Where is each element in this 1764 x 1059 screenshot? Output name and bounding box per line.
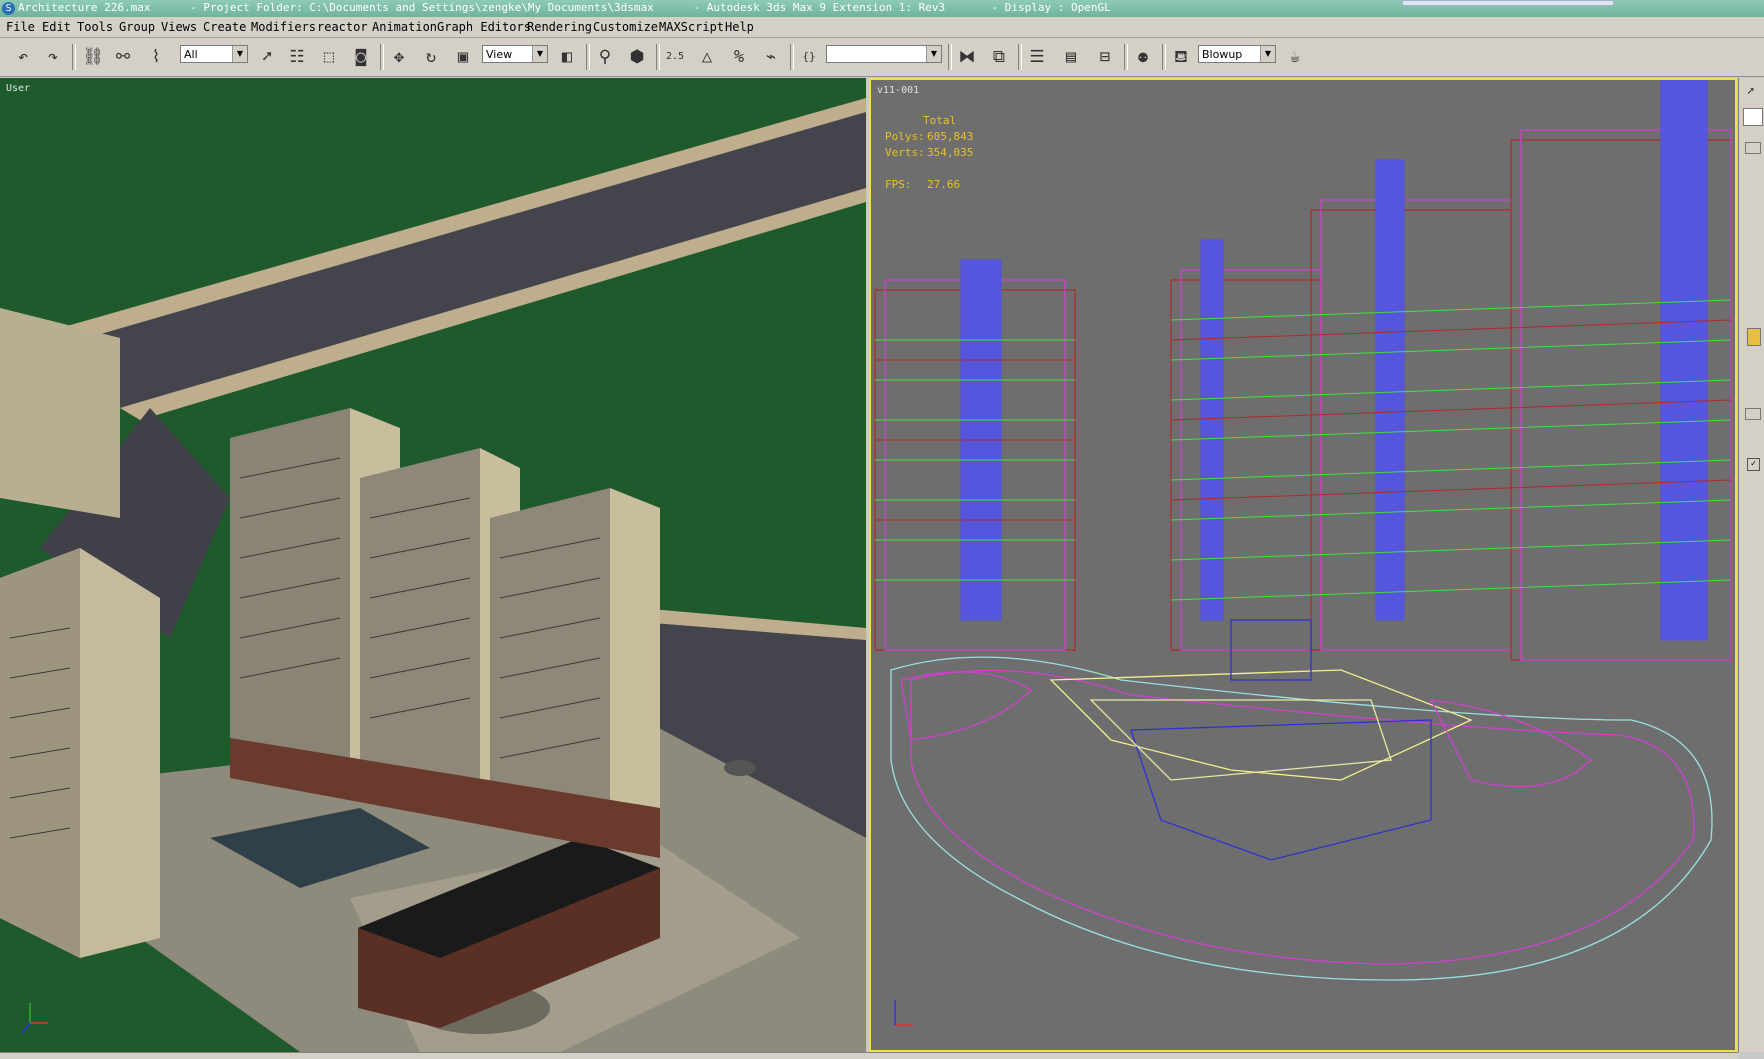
menu-customize[interactable]: Customize <box>593 20 658 34</box>
window-crossing-icon[interactable]: ◙ <box>348 44 374 70</box>
undo-icon[interactable]: ↶ <box>10 44 36 70</box>
selection-filter-value: All <box>184 48 198 61</box>
command-panel-field[interactable] <box>1743 108 1763 126</box>
window-title: Architecture 226.max - Project Folder: C… <box>18 1 1111 14</box>
quick-render-teapot-icon[interactable]: ☕ <box>1282 44 1308 70</box>
user-viewport[interactable]: User <box>0 78 866 1052</box>
toolbar-separator <box>790 44 794 70</box>
material-editor-icon[interactable]: ⚉ <box>1130 44 1156 70</box>
reference-coordinate-value: View <box>486 48 513 61</box>
rectangular-selection-icon[interactable]: ⬚ <box>316 44 342 70</box>
toolbar-separator <box>380 44 384 70</box>
wireframe-scene <box>871 80 1735 1050</box>
camera-viewport[interactable]: v11-001 Total Polys: 605,843 Verts: 354,… <box>869 78 1737 1052</box>
select-and-link-icon[interactable]: ⛓ <box>80 44 106 70</box>
main-toolbar: ↶ ↷ ⛓ ⚯ ⌇ All ▼ ➚ ☷ ⬚ ◙ ✥ ↻ ▣ View ▼ ◧ ⚲… <box>0 38 1764 77</box>
toolbar-separator <box>1162 44 1166 70</box>
app-icon[interactable]: S <box>2 2 15 15</box>
menu-maxscript[interactable]: MAXScript <box>659 20 724 34</box>
mirror-icon[interactable]: ⧓ <box>954 44 980 70</box>
align-icon[interactable]: ⧉ <box>986 44 1012 70</box>
menu-animation[interactable]: Animation <box>372 20 437 34</box>
menu-edit[interactable]: Edit <box>42 20 71 34</box>
title-bar: S Architecture 226.max - Project Folder:… <box>0 0 1764 17</box>
chevron-down-icon: ▼ <box>232 46 247 62</box>
edit-named-selection-icon[interactable]: {} <box>796 44 822 70</box>
percent-snap-icon[interactable]: % <box>726 44 752 70</box>
keyboard-shortcut-override-icon[interactable]: ⬢ <box>624 44 650 70</box>
select-by-name-icon[interactable]: ☷ <box>284 44 310 70</box>
snaps-toggle-icon[interactable]: 2.5 <box>662 44 688 70</box>
pivot-center-icon[interactable]: ◧ <box>554 44 580 70</box>
toolbar-separator <box>1018 44 1022 70</box>
toolbar-separator <box>656 44 660 70</box>
fps-value: 27.66 <box>927 178 961 191</box>
menu-graph-editors[interactable]: Graph Editors <box>437 20 531 34</box>
toolbar-separator <box>72 44 76 70</box>
color-swatch[interactable] <box>1747 328 1761 346</box>
stats-header: Total <box>923 114 957 127</box>
window-controls[interactable] <box>1402 0 1614 6</box>
rollout-toggle[interactable] <box>1745 142 1761 154</box>
chevron-down-icon: ▼ <box>1260 46 1275 62</box>
menu-file[interactable]: File <box>6 20 35 34</box>
menu-create[interactable]: Create <box>203 20 246 34</box>
pointer-icon[interactable]: ➚ <box>1747 84 1754 98</box>
menu-bar: File Edit Tools Group Views Create Modif… <box>0 17 1764 38</box>
menu-help[interactable]: Help <box>725 20 754 34</box>
render-preset-dropdown[interactable]: Blowup ▼ <box>1198 45 1276 63</box>
verts-label: Verts: <box>885 146 925 159</box>
bind-to-space-warp-icon[interactable]: ⌇ <box>143 44 169 70</box>
verts-value: 354,035 <box>927 146 974 159</box>
shaded-scene <box>0 78 866 1052</box>
toolbar-separator <box>1124 44 1128 70</box>
chevron-down-icon: ▼ <box>926 46 941 62</box>
reference-coordinate-dropdown[interactable]: View ▼ <box>482 45 548 63</box>
select-and-manipulate-icon[interactable]: ⚲ <box>592 44 618 70</box>
chevron-down-icon: ▼ <box>532 46 547 62</box>
command-panel[interactable]: ➚ ✓ <box>1738 78 1764 1052</box>
spinner-snap-icon[interactable]: ⌁ <box>758 44 784 70</box>
render-preset-value: Blowup <box>1202 48 1243 61</box>
toolbar-separator <box>586 44 590 70</box>
schematic-view-icon[interactable]: ⊟ <box>1092 44 1118 70</box>
polys-value: 605,843 <box>927 130 974 143</box>
menu-views[interactable]: Views <box>161 20 197 34</box>
select-and-move-icon[interactable]: ✥ <box>386 44 412 70</box>
selection-filter-dropdown[interactable]: All ▼ <box>180 45 248 63</box>
fps-label: FPS: <box>885 178 912 191</box>
unlink-selection-icon[interactable]: ⚯ <box>110 44 136 70</box>
layer-manager-icon[interactable]: ☰ <box>1024 44 1050 70</box>
angle-snap-value: 2.5 <box>665 51 685 62</box>
menu-modifiers[interactable]: Modifiers <box>251 20 316 34</box>
named-selection-sets-dropdown[interactable]: ▼ <box>826 45 942 63</box>
toolbar-separator <box>948 44 952 70</box>
redo-icon[interactable]: ↷ <box>40 44 66 70</box>
render-scene-icon[interactable]: ⛾ <box>1168 44 1194 70</box>
menu-rendering[interactable]: Rendering <box>527 20 592 34</box>
viewport-label[interactable]: v11-001 <box>877 85 919 96</box>
menu-reactor[interactable]: reactor <box>317 20 368 34</box>
viewport-label[interactable]: User <box>6 83 30 94</box>
menu-group[interactable]: Group <box>119 20 155 34</box>
select-and-scale-icon[interactable]: ▣ <box>450 44 476 70</box>
menu-tools[interactable]: Tools <box>77 20 113 34</box>
checkbox[interactable]: ✓ <box>1747 458 1760 471</box>
select-and-rotate-icon[interactable]: ↻ <box>418 44 444 70</box>
curve-editor-icon[interactable]: ▤ <box>1058 44 1084 70</box>
angle-snap-icon[interactable]: △ <box>694 44 720 70</box>
rollout-toggle[interactable] <box>1745 408 1761 420</box>
select-object-icon[interactable]: ➚ <box>254 44 280 70</box>
polys-label: Polys: <box>885 130 925 143</box>
